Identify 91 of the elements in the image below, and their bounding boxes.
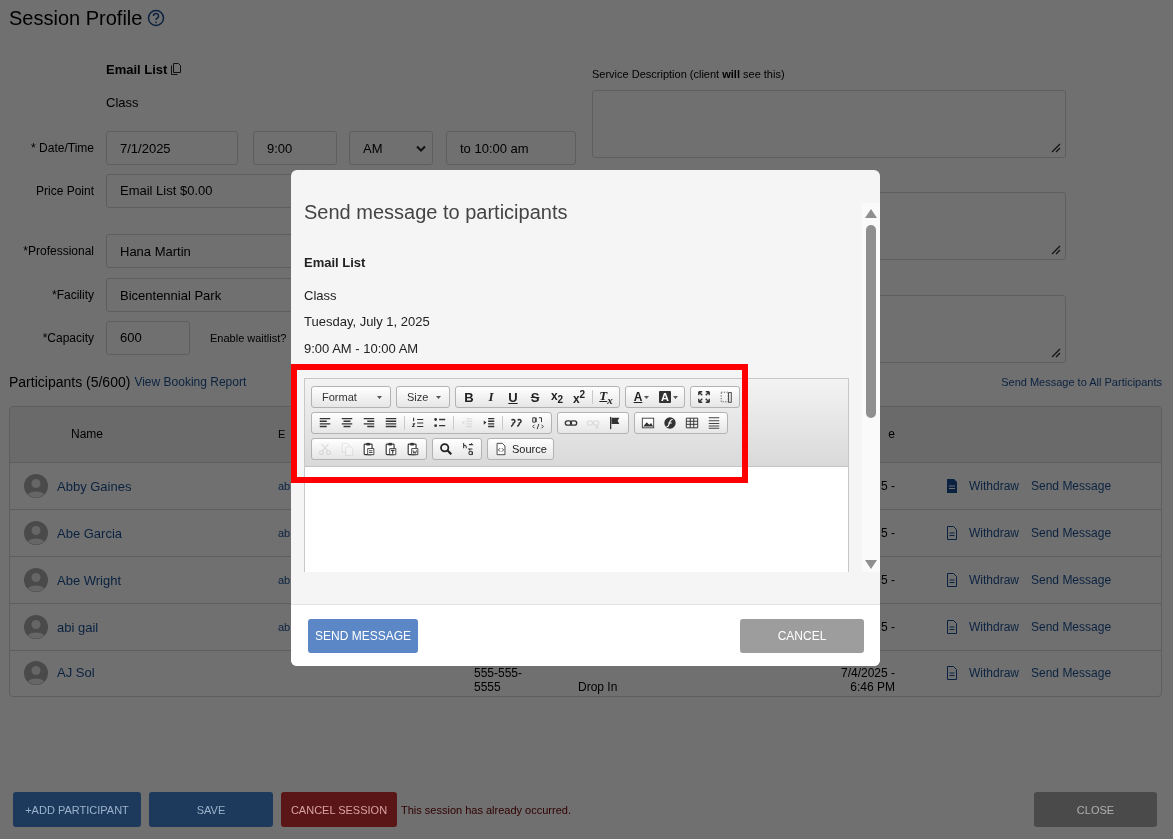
clear-format-button[interactable]: T$_{x}$ xyxy=(595,387,617,407)
input-field[interactable]: 9:00 xyxy=(253,131,337,165)
input-field[interactable]: 7/1/2025 xyxy=(106,131,238,165)
resize-grip-icon xyxy=(1051,348,1061,358)
resize-grip-icon xyxy=(1051,143,1061,153)
participant-name[interactable]: Abe Wright xyxy=(57,572,122,588)
section-heading: Participants (5/600) xyxy=(9,374,131,390)
email-cell-text: ab xyxy=(278,478,292,494)
participant-name[interactable]: Abe Garcia xyxy=(57,525,123,541)
subscript-button[interactable]: x$_{2}$ xyxy=(546,387,568,407)
avatar xyxy=(24,521,48,545)
status-notice: This session has already occurred. xyxy=(401,803,571,816)
meridiem-select[interactable]: AM xyxy=(349,131,433,165)
bold-button[interactable]: B xyxy=(458,387,480,407)
field-label: Price Point xyxy=(34,183,94,198)
scroll-down-icon xyxy=(865,560,877,569)
participant-name[interactable]: AJ Sol xyxy=(57,665,95,680)
scroll-up-icon xyxy=(865,209,877,218)
chevron-icon xyxy=(416,144,426,152)
date-cell-text: 5 - xyxy=(880,619,895,635)
action-link[interactable]: Withdraw xyxy=(969,526,1019,540)
date-cell-text: 7/4/2025 - 6:46 PM xyxy=(839,666,895,694)
bg-color-button[interactable]: A xyxy=(655,387,682,407)
caret-icon xyxy=(377,395,382,399)
text-color-button[interactable]: A xyxy=(628,387,655,407)
avatar xyxy=(24,660,48,685)
column-header: E xyxy=(278,427,287,442)
italic-button[interactable]: I xyxy=(480,387,502,407)
scrollbar-thumb[interactable] xyxy=(866,225,876,418)
action-link[interactable]: Withdraw xyxy=(969,620,1019,634)
action-button[interactable]: SAVE xyxy=(149,792,273,827)
action-link[interactable]: Send Message xyxy=(1031,573,1112,587)
report-link[interactable]: View Booking Report xyxy=(134,375,247,389)
toolbar-dropdown[interactable]: Format xyxy=(314,387,388,407)
caret-icon xyxy=(436,395,441,399)
caret-icon xyxy=(644,395,650,399)
avatar xyxy=(24,615,48,639)
action-link[interactable]: Send Message xyxy=(1031,479,1112,493)
avatar xyxy=(24,568,48,592)
session-time: 9:00 AM - 10:00 AM xyxy=(304,340,420,358)
action-link[interactable]: Send Message xyxy=(1031,526,1112,540)
send-button[interactable]: SEND MESSAGE xyxy=(308,618,418,653)
action-link[interactable]: Withdraw xyxy=(969,665,1019,680)
session-date: Tuesday, July 1, 2025 xyxy=(304,313,431,331)
date-cell-text: 5 - xyxy=(880,572,895,588)
participant-name[interactable]: Abby Gaines xyxy=(57,478,132,494)
action-button[interactable]: +ADD PARTICIPANT xyxy=(13,792,141,827)
column-header: Name xyxy=(70,427,104,442)
session-type: Class xyxy=(106,94,139,110)
cancel-button[interactable]: CANCEL xyxy=(740,618,864,653)
source-icon xyxy=(494,442,508,456)
caret-icon xyxy=(672,395,678,399)
field-label: * Date/Time xyxy=(30,141,94,155)
type-cell-text: Drop In xyxy=(578,680,619,694)
message-all-link[interactable]: Send Message to All Participants xyxy=(1001,376,1162,388)
dialog-title: Send message to participants xyxy=(304,200,569,224)
superscript-button[interactable]: x$^{2}$ xyxy=(568,387,590,407)
avatar xyxy=(24,474,48,498)
page-title: Session Profile xyxy=(9,6,143,30)
phone-cell-text: 555-555-5555 xyxy=(474,666,524,694)
action-link[interactable]: Withdraw xyxy=(969,479,1019,493)
field-label: *Professional xyxy=(22,244,94,258)
resize-grip-icon xyxy=(1051,245,1061,255)
action-button[interactable]: CANCEL SESSION xyxy=(281,792,397,827)
field-label: *Facility xyxy=(51,288,94,302)
email-cell-text: ab xyxy=(278,619,292,635)
email-cell-text: ab xyxy=(278,572,292,588)
underline-button[interactable]: U xyxy=(502,387,524,407)
input-field[interactable]: 600 xyxy=(106,320,190,355)
field-label: Service Description (client will see this) xyxy=(592,68,786,82)
action-link[interactable]: Send Message xyxy=(1031,620,1112,634)
field-label: Enable waitlist? xyxy=(210,331,287,344)
action-link[interactable]: Withdraw xyxy=(969,573,1019,587)
action-link[interactable]: Send Message xyxy=(1031,665,1112,680)
rich-text-editor[interactable]: Format Size B I U S x$_{2}$ x$^{2}$ T$_{x}$ A A Source xyxy=(304,378,849,572)
column-header: e xyxy=(887,427,895,442)
copy-icon xyxy=(169,62,183,76)
session-name: Email List xyxy=(106,61,168,77)
strike-button[interactable]: S xyxy=(524,387,546,407)
toolbar-dropdown[interactable]: Size xyxy=(399,387,447,407)
date-cell-text: 5 - xyxy=(880,478,895,494)
input-field[interactable]: to 10:00 am xyxy=(446,131,576,165)
source-button[interactable]: Source xyxy=(490,439,551,459)
session-name: Email List xyxy=(304,254,367,272)
session-type: Class xyxy=(304,287,338,305)
field-label: *Capacity xyxy=(41,330,94,345)
email-cell-text: ab xyxy=(278,525,292,541)
close-button[interactable]: CLOSE xyxy=(1034,792,1157,827)
help-icon xyxy=(147,9,166,27)
participant-name[interactable]: abi gail xyxy=(57,619,99,635)
date-cell-text: 5 - xyxy=(880,525,895,541)
